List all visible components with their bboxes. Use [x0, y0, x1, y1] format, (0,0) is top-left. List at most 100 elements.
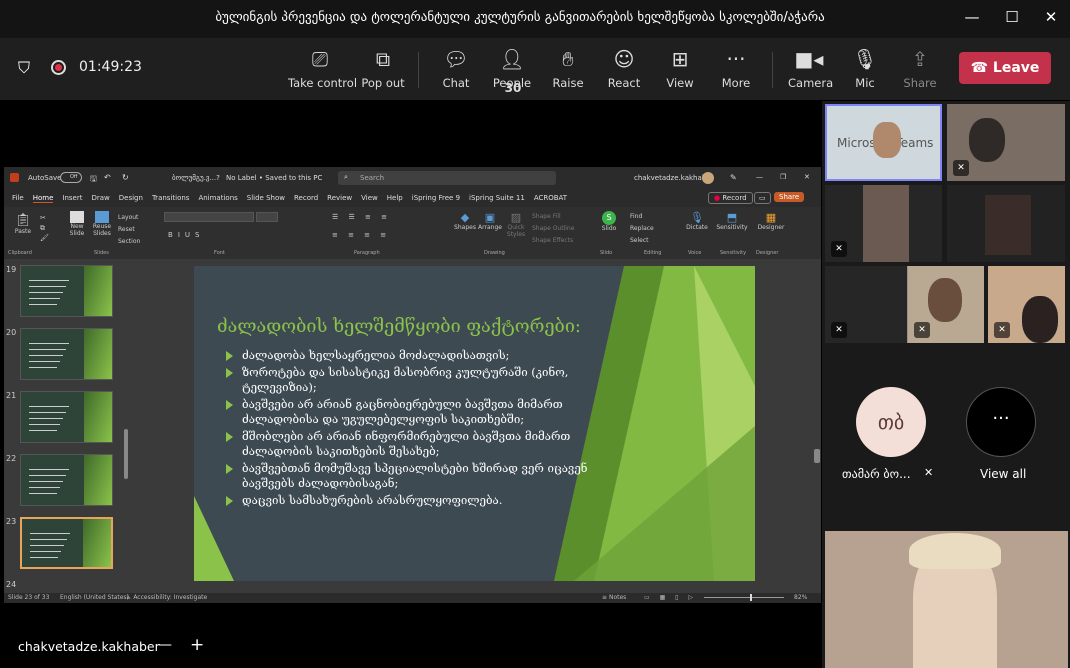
ppt-menu-file[interactable]: File: [12, 194, 24, 202]
ppt-menu-animations[interactable]: Animations: [198, 194, 237, 202]
font-name-select[interactable]: [164, 212, 254, 222]
participant-tile-7[interactable]: ✕: [988, 266, 1065, 343]
shield-icon[interactable]: ⛉: [18, 58, 30, 78]
slide-thumbnail[interactable]: [20, 391, 113, 443]
slide-scrollbar[interactable]: [814, 449, 820, 463]
participant-tile-self[interactable]: [825, 531, 1068, 668]
shape-effects-button[interactable]: Shape Effects: [532, 235, 574, 247]
participant-tile-6[interactable]: ✕: [908, 266, 984, 343]
replace-button[interactable]: Replace: [630, 223, 654, 235]
comments-icon[interactable]: ▭: [754, 192, 771, 204]
ppt-menu-draw[interactable]: Draw: [91, 194, 109, 202]
participant-tile-2[interactable]: ✕: [947, 104, 1065, 181]
shape-outline-button[interactable]: Shape Outline: [532, 223, 574, 235]
react-button[interactable]: ☺ React: [604, 46, 644, 94]
ppt-menu-home[interactable]: Home: [32, 194, 54, 203]
mic-button[interactable]: 🎙︎ Mic: [845, 46, 885, 94]
ppt-menu-insert[interactable]: Insert: [62, 194, 82, 202]
paste-button[interactable]: 📋︎ Paste: [12, 213, 34, 235]
new-slide-button[interactable]: New Slide: [66, 211, 88, 237]
participant-tile-3[interactable]: ✕: [825, 185, 942, 262]
zoom-slider-thumb[interactable]: [750, 594, 752, 601]
pop-out-button[interactable]: ⧉ Pop out: [360, 46, 406, 94]
share-button[interactable]: ⇪ Share: [900, 46, 940, 94]
undo-icon[interactable]: ↶: [104, 173, 111, 182]
sensitivity-button[interactable]: ⬒ Sensitivity: [716, 211, 748, 231]
participant-avatar[interactable]: თბ: [856, 387, 926, 457]
ppt-restore-icon[interactable]: ❐: [780, 173, 786, 181]
record-button[interactable]: ● Record: [708, 192, 753, 204]
designer-button[interactable]: ▦ Designer: [756, 211, 786, 231]
ppt-menu-view[interactable]: View: [361, 194, 378, 202]
autosave-toggle[interactable]: Off: [60, 172, 82, 183]
accessibility-status[interactable]: ♿ Accessibility: Investigate: [126, 594, 207, 601]
find-button[interactable]: Find: [630, 211, 654, 223]
ppt-close-icon[interactable]: ✕: [804, 173, 810, 181]
arrange-icon: ▣: [484, 211, 496, 224]
camera-button[interactable]: ■◂ Camera: [788, 46, 833, 94]
close-icon[interactable]: ✕: [1041, 8, 1061, 26]
layout-button[interactable]: Layout: [118, 212, 140, 224]
ppt-menu-review[interactable]: Review: [327, 194, 352, 202]
participant-tile-speaker[interactable]: Microsoft Teams: [825, 104, 942, 181]
notes-button[interactable]: ≡ Notes: [602, 594, 626, 601]
view-all-label[interactable]: View all: [980, 467, 1026, 481]
reset-button[interactable]: Reset: [118, 224, 140, 236]
view-mode-icons[interactable]: ▭ ▦ ▯ ▷: [644, 594, 697, 601]
ppt-menu-ispring-free-9[interactable]: iSpring Free 9: [412, 194, 460, 202]
slide-thumbnail[interactable]: [20, 517, 113, 569]
share-ppt-button[interactable]: Share: [774, 192, 805, 202]
reuse-slides-button[interactable]: Reuse Slides: [90, 211, 114, 237]
copy-icon[interactable]: ⧉: [40, 223, 49, 233]
maximize-icon[interactable]: ☐: [1002, 8, 1022, 26]
slide-thumbnail[interactable]: [20, 454, 113, 506]
more-button[interactable]: ··· More: [716, 46, 756, 94]
shapes-button[interactable]: ◆ Shapes: [454, 211, 476, 231]
take-control-button[interactable]: ⎚ Take control: [288, 46, 357, 94]
strikethrough-icon[interactable]: S: [195, 231, 204, 239]
cut-icon[interactable]: ✂: [40, 213, 49, 223]
ppt-menu-slide-show[interactable]: Slide Show: [247, 194, 285, 202]
ppt-menu-transitions[interactable]: Transitions: [152, 194, 190, 202]
minimize-icon[interactable]: —: [962, 8, 982, 26]
view-button[interactable]: ⊞ View: [660, 46, 700, 94]
italic-icon[interactable]: I: [178, 231, 185, 239]
section-button[interactable]: Section: [118, 236, 140, 248]
people-button[interactable]: 👤︎30 People: [490, 46, 534, 95]
raise-hand-button[interactable]: ✋︎ Raise: [548, 46, 588, 94]
quick-styles-button[interactable]: ▨ Quick Styles: [504, 211, 528, 238]
view-all-button[interactable]: ···: [966, 387, 1036, 457]
slido-button[interactable]: S Slido: [598, 211, 620, 232]
dictate-button[interactable]: 🎙︎ Dictate: [686, 211, 708, 231]
underline-icon[interactable]: U: [185, 231, 195, 239]
paragraph-controls[interactable]: ☰ ☰ ≡ ≡: [332, 213, 391, 221]
zoom-slider[interactable]: [704, 594, 784, 601]
leave-button[interactable]: ☎ Leave: [959, 52, 1051, 84]
slide-thumbnail[interactable]: [20, 265, 113, 317]
redo-icon[interactable]: ↻: [122, 173, 129, 182]
participant-tile-4[interactable]: [947, 185, 1065, 262]
zoom-in-button[interactable]: +: [190, 635, 204, 655]
font-size-select[interactable]: [256, 212, 278, 222]
search-box[interactable]: ⌕ Search: [338, 171, 556, 185]
ppt-menu-ispring-suite-11[interactable]: iSpring Suite 11: [469, 194, 525, 202]
chat-button[interactable]: 💬︎ Chat: [436, 46, 476, 94]
slide-thumbnail[interactable]: [20, 328, 113, 380]
shape-fill-button[interactable]: Shape Fill: [532, 211, 574, 223]
thumbnail-scrollbar[interactable]: [124, 429, 128, 479]
format-painter-icon[interactable]: 🖌︎: [40, 233, 49, 243]
bold-icon[interactable]: B: [168, 231, 178, 239]
ppt-minimize-icon[interactable]: —: [756, 173, 763, 181]
pen-icon[interactable]: ✎: [730, 173, 737, 182]
ppt-menu-design[interactable]: Design: [119, 194, 143, 202]
arrange-button[interactable]: ▣ Arrange: [478, 211, 502, 231]
ppt-menu-help[interactable]: Help: [387, 194, 403, 202]
user-avatar[interactable]: [702, 172, 714, 184]
ppt-menu-record[interactable]: Record: [294, 194, 318, 202]
zoom-level[interactable]: 82%: [794, 594, 807, 601]
alignment-controls[interactable]: ≡ ≡ ≡ ≡: [332, 231, 390, 239]
zoom-out-button[interactable]: —: [158, 637, 172, 653]
save-icon[interactable]: 🖫︎: [90, 173, 97, 187]
select-button[interactable]: Select: [630, 235, 654, 247]
ppt-menu-acrobat[interactable]: ACROBAT: [534, 194, 567, 202]
